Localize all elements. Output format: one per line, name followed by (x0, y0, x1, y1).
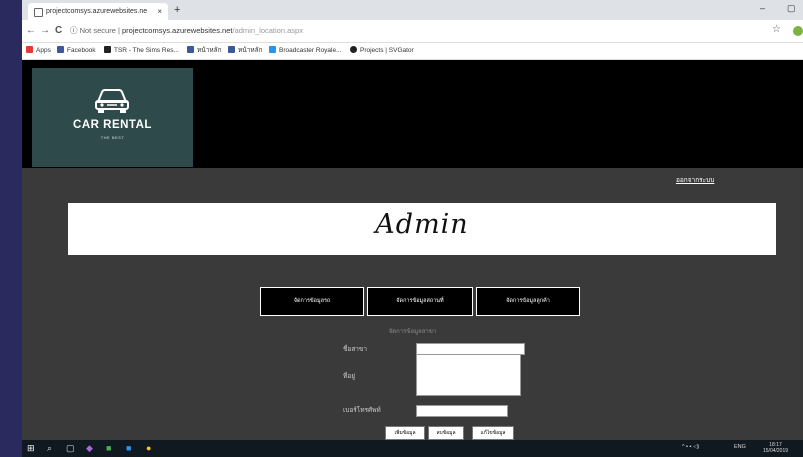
restore-button[interactable]: ▢ (787, 3, 796, 14)
phone-label: เบอร์โทรศัพท์ (343, 407, 381, 414)
branch-name-label: ชื่อสาขา (343, 346, 368, 353)
bookmark-label: หน้าหลัก (197, 47, 222, 54)
bookmark-item[interactable]: Projects | SVGator (350, 46, 414, 56)
windows-start-icon[interactable]: ⊞ (27, 443, 35, 454)
browser-tab[interactable]: projectcomsys.azurewebsites.ne × (28, 3, 168, 20)
svgator-icon (350, 46, 357, 53)
url-host: projectcomsys.azurewebsites.net (122, 26, 233, 35)
screen: projectcomsys.azurewebsites.ne × + – ▢ ←… (22, 0, 803, 457)
facebook-icon (57, 46, 64, 53)
search-icon[interactable]: ⌕ (47, 443, 52, 454)
bookmark-label: Apps (36, 47, 51, 54)
page-title: Admin (375, 209, 469, 240)
edit-data-button[interactable]: แก้ไขข้อมูล (472, 426, 514, 440)
system-clock[interactable]: 18:17 15/04/2019 (763, 442, 788, 454)
minimize-button[interactable]: – (760, 3, 765, 13)
reload-button[interactable]: C (55, 24, 62, 38)
admin-banner: Admin (68, 203, 776, 255)
app-icon[interactable]: ■ (126, 443, 131, 454)
bookmark-star-icon[interactable]: ☆ (772, 24, 781, 35)
close-tab-icon[interactable]: × (157, 3, 162, 20)
chrome-icon[interactable]: ● (146, 443, 151, 454)
address-bar: ← → C ⓘ Not secure | projectcomsys.azure… (22, 20, 803, 43)
tray-icons[interactable]: ^ ▪ ▪ ◁) (682, 444, 699, 450)
delete-data-button[interactable]: ลบข้อมูล (428, 426, 464, 440)
logo-brand: CAR RENTAL (73, 119, 152, 131)
url-divider: | (117, 26, 120, 35)
manage-locations-button[interactable]: จัดการข้อมูลสถานที่ (367, 287, 473, 316)
phone-input[interactable] (416, 405, 508, 417)
tab-title: projectcomsys.azurewebsites.ne (46, 8, 148, 15)
apps-icon (26, 46, 33, 53)
forward-button[interactable]: → (40, 24, 50, 38)
bookmark-item[interactable]: TSR - The Sims Res... (104, 46, 179, 56)
car-icon (95, 89, 129, 113)
security-label: Not secure (79, 26, 116, 35)
manage-cars-button[interactable]: จัดการข้อมูลรถ (260, 287, 364, 316)
bookmark-label: Broadcaster Royale... (279, 47, 342, 54)
tsr-icon (104, 46, 111, 53)
info-icon: ⓘ (70, 26, 78, 35)
url-field[interactable]: ⓘ Not secure | projectcomsys.azurewebsit… (70, 25, 303, 37)
browser-tab-bar: projectcomsys.azurewebsites.ne × + – ▢ (22, 0, 803, 20)
app-icon[interactable]: ■ (106, 443, 111, 454)
visual-studio-icon[interactable]: ◆ (86, 443, 93, 454)
site-logo[interactable]: CAR RENTAL THE BEST (32, 68, 193, 167)
language-indicator[interactable]: ENG (734, 444, 746, 450)
task-view-icon[interactable]: ▢ (66, 443, 75, 454)
bookmarks-bar: Apps Facebook TSR - The Sims Res... หน้า… (22, 43, 803, 60)
logout-link[interactable]: ออกจากระบบ (676, 175, 714, 185)
section-title: จัดการข้อมูลสาขา (388, 329, 437, 335)
add-data-button[interactable]: เพิ่มข้อมูล (385, 426, 425, 440)
bookmark-item[interactable]: หน้าหลัก (228, 46, 263, 56)
back-button[interactable]: ← (26, 24, 36, 38)
new-tab-button[interactable]: + (174, 3, 180, 17)
bookmark-label: Projects | SVGator (360, 47, 414, 54)
taskbar: ⊞ ⌕ ▢ ◆ ■ ■ ● ^ ▪ ▪ ◁) ENG 18:17 15/04/2… (22, 440, 803, 457)
profile-avatar[interactable] (793, 26, 803, 36)
address-label: ที่อยู่ (343, 373, 355, 380)
page-icon (34, 8, 43, 17)
logo-tagline: THE BEST (100, 135, 125, 140)
facebook-icon (228, 46, 235, 53)
bookmark-item[interactable]: หน้าหลัก (187, 46, 222, 56)
bookmark-label: หน้าหลัก (238, 47, 263, 54)
bookmark-item[interactable]: Facebook (57, 46, 96, 56)
manage-customers-button[interactable]: จัดการข้อมูลลูกค้า (476, 287, 580, 316)
facebook-icon (187, 46, 194, 53)
bookmark-item[interactable]: Broadcaster Royale... (269, 46, 342, 56)
address-textarea[interactable] (416, 354, 521, 396)
broadcaster-icon (269, 46, 276, 53)
url-path: /admin_location.aspx (232, 26, 303, 35)
bookmark-item[interactable]: Apps (26, 46, 51, 56)
bookmark-label: Facebook (67, 47, 96, 54)
clock-date: 15/04/2019 (763, 448, 789, 454)
bookmark-label: TSR - The Sims Res... (114, 47, 179, 54)
web-page: CAR RENTAL THE BEST ออกจากระบบ Admin จัด… (22, 60, 803, 440)
